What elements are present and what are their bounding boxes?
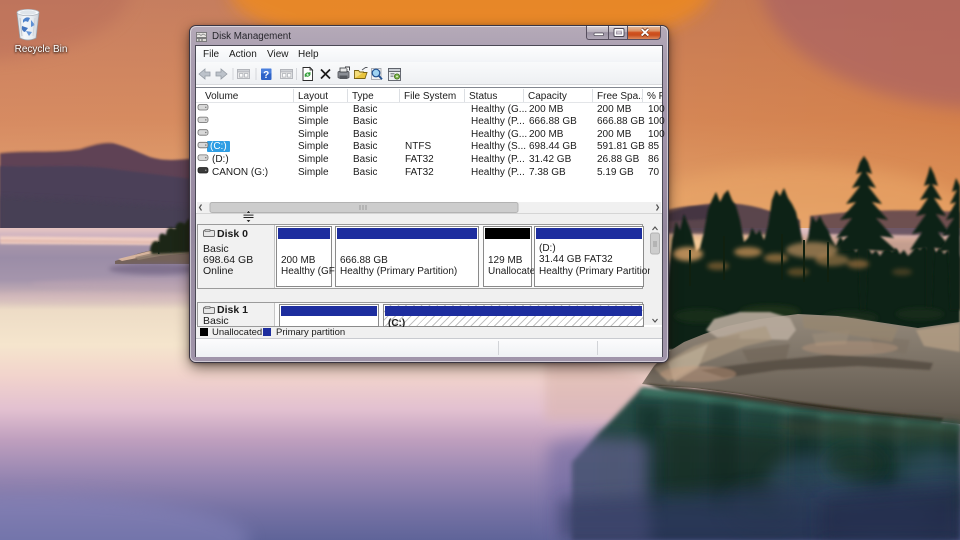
svg-text:?: ? bbox=[263, 70, 269, 81]
